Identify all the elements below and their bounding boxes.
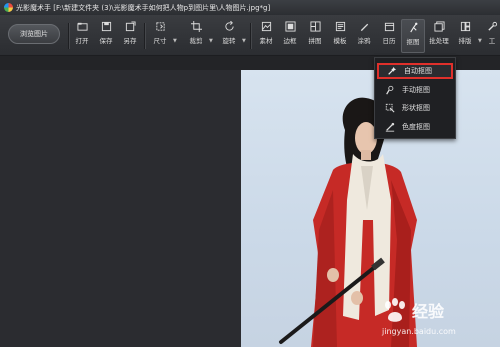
save-as-icon [125,21,136,32]
app-logo-icon [4,3,13,12]
batch-button[interactable]: 批处理 [426,19,452,53]
save-icon [101,21,111,32]
resize-button[interactable]: 尺寸 [149,19,171,53]
calendar-icon [384,22,394,32]
resize-icon [155,22,165,31]
cutout-icon [409,22,417,33]
shape-cutout-icon [385,103,395,113]
manual-cutout-icon [386,85,394,95]
open-icon [76,22,88,31]
cutout-dropdown-menu: 自动抠图 手动抠图 形状抠图 色度抠图 [374,57,456,139]
menu-item-auto-cutout[interactable]: 自动抠图 [377,63,453,79]
collage-icon [309,21,321,32]
auto-cutout-icon [388,66,397,75]
crop-button[interactable]: 裁剪 [185,19,207,53]
tools-icon [487,21,497,31]
browse-images-button[interactable]: 浏览图片 [8,24,60,44]
title-bar: 光影魔术手 [F:\新建文件夹 (3)\光影魔术手如何把人物p到图片里\人物图片… [0,0,500,15]
save-button[interactable]: 保存 [95,19,117,53]
save-as-button[interactable]: 另存 [119,19,141,53]
baidu-jingyan-watermark: 经验 jingyan.baidu.com [378,294,498,344]
template-icon [335,21,345,32]
chroma-cutout-icon [385,122,395,132]
menu-item-manual-cutout[interactable]: 手动抠图 [377,82,453,98]
toolbar-divider [68,23,70,49]
paw-logo-icon [385,298,405,322]
window-title: 光影魔术手 [F:\新建文件夹 (3)\光影魔术手如何把人物p到图片里\人物图片… [16,3,271,12]
layout-icon [460,21,470,32]
doodle-icon [360,23,368,32]
menu-item-chroma-cutout[interactable]: 色度抠图 [377,119,453,135]
calendar-button[interactable]: 日历 [378,19,400,53]
crop-icon [190,21,202,32]
template-button[interactable]: 模板 [329,19,351,53]
main-toolbar: 浏览图片 打开 保存 另存 尺寸 ▼ 裁剪 ▼ 旋转 ▼ 素材 边框 拼图 模板… [0,15,500,56]
toolbar-divider [144,23,146,49]
collage-button[interactable]: 拼图 [304,19,326,53]
cutout-button[interactable]: 抠图 [401,19,425,53]
resize-dropdown-arrow-icon[interactable]: ▼ [173,38,177,44]
border-icon [284,21,296,32]
border-button[interactable]: 边框 [279,19,301,53]
menu-item-shape-cutout[interactable]: 形状抠图 [377,100,453,116]
crop-dropdown-arrow-icon[interactable]: ▼ [209,38,213,44]
layout-dropdown-arrow-icon[interactable]: ▼ [478,38,482,44]
watermark-brand: 经验 [412,302,445,321]
tools-button[interactable]: 工 [484,19,500,53]
watermark-site: jingyan.baidu.com [382,327,456,336]
canvas-empty-area [0,70,241,347]
layout-button[interactable]: 排版 [454,19,476,53]
material-button[interactable]: 素材 [255,19,277,53]
rotate-dropdown-arrow-icon[interactable]: ▼ [242,38,246,44]
open-button[interactable]: 打开 [71,19,93,53]
toolbar-divider [250,23,252,49]
material-icon [261,21,271,32]
rotate-icon [224,21,234,31]
rotate-button[interactable]: 旋转 [218,19,240,53]
batch-icon [433,21,445,32]
doodle-button[interactable]: 涂鸦 [353,19,375,53]
